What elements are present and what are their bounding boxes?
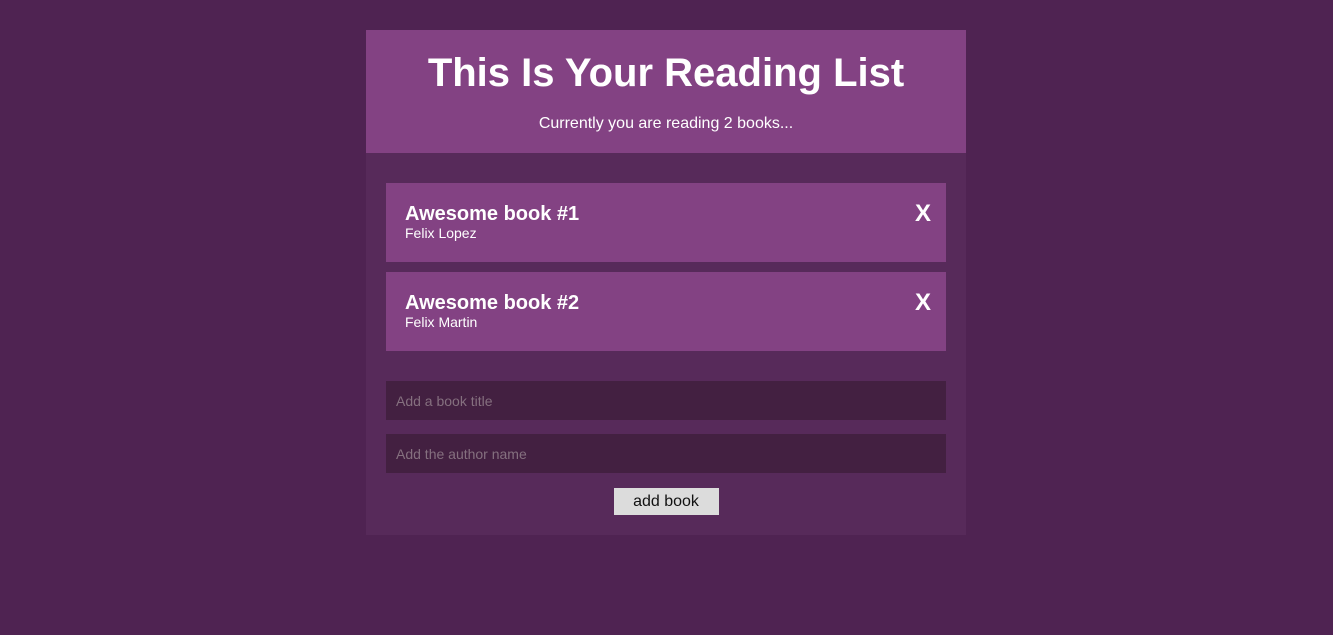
- header: This Is Your Reading List Currently you …: [366, 30, 966, 153]
- book-author: Felix Martin: [405, 314, 478, 330]
- add-book-form: add book: [386, 381, 946, 515]
- reading-list-app: This Is Your Reading List Currently you …: [366, 30, 966, 535]
- author-name-input[interactable]: [386, 434, 946, 473]
- page-title: This Is Your Reading List: [427, 51, 905, 95]
- book-item: Awesome book #2 Felix Martin X: [386, 272, 946, 351]
- book-author: Felix Lopez: [405, 225, 477, 241]
- book-title: Awesome book #1: [405, 203, 580, 225]
- form-actions: add book: [386, 488, 946, 515]
- book-item: Awesome book #1 Felix Lopez X: [386, 183, 946, 262]
- reading-count-text: Currently you are reading 2 books...: [538, 115, 794, 132]
- add-book-button[interactable]: add book: [613, 488, 719, 515]
- book-title: Awesome book #2: [405, 292, 580, 314]
- delete-book-button[interactable]: X: [915, 290, 931, 316]
- delete-book-button[interactable]: X: [915, 201, 931, 227]
- book-list: Awesome book #1 Felix Lopez X Awesome bo…: [386, 183, 946, 361]
- book-title-input[interactable]: [386, 381, 946, 420]
